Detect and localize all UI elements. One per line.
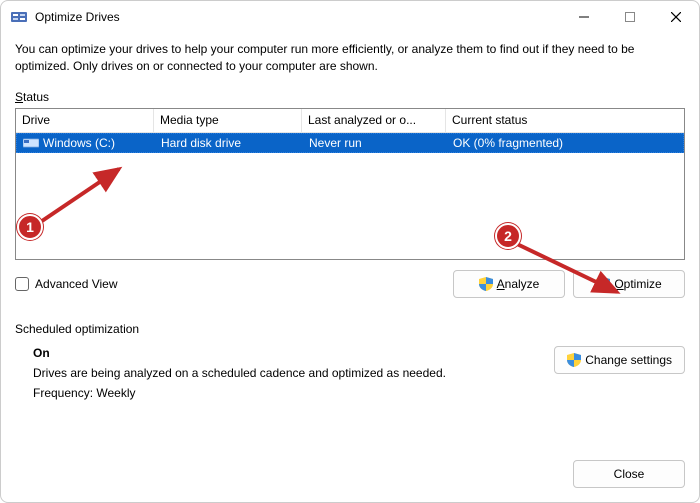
close-dialog-button[interactable]: Close	[573, 460, 685, 488]
optimize-button[interactable]: Optimize	[573, 270, 685, 298]
schedule-desc: Drives are being analyzed on a scheduled…	[33, 366, 546, 380]
drive-icon	[23, 137, 39, 149]
col-drive[interactable]: Drive	[16, 109, 154, 132]
intro-text: You can optimize your drives to help you…	[15, 41, 685, 76]
cell-last: Never run	[303, 136, 447, 150]
cell-status: OK (0% fragmented)	[447, 136, 683, 150]
schedule-state: On	[33, 346, 546, 360]
scheduled-optimization-label: Scheduled optimization	[15, 322, 685, 336]
shield-icon	[567, 353, 581, 367]
cell-media: Hard disk drive	[155, 136, 303, 150]
advanced-view-checkbox[interactable]: Advanced View	[15, 277, 118, 291]
table-row[interactable]: Windows (C:) Hard disk drive Never run O…	[16, 133, 684, 153]
close-button[interactable]	[653, 1, 699, 33]
status-label: Status	[15, 90, 685, 104]
defrag-icon	[11, 9, 27, 25]
col-media-type[interactable]: Media type	[154, 109, 302, 132]
minimize-button[interactable]	[561, 1, 607, 33]
schedule-freq: Frequency: Weekly	[33, 386, 546, 400]
cell-drive: Windows (C:)	[17, 136, 155, 150]
change-settings-button[interactable]: Change settings	[554, 346, 685, 374]
col-last-analyzed[interactable]: Last analyzed or o...	[302, 109, 446, 132]
shield-icon	[479, 277, 493, 291]
col-current-status[interactable]: Current status	[446, 109, 684, 132]
maximize-button[interactable]	[607, 1, 653, 33]
drives-table: Drive Media type Last analyzed or o... C…	[15, 108, 685, 260]
titlebar: Optimize Drives	[1, 1, 699, 33]
table-header: Drive Media type Last analyzed or o... C…	[16, 109, 684, 133]
window-title: Optimize Drives	[35, 10, 120, 24]
shield-icon	[596, 277, 610, 291]
analyze-button[interactable]: Analyze	[453, 270, 565, 298]
